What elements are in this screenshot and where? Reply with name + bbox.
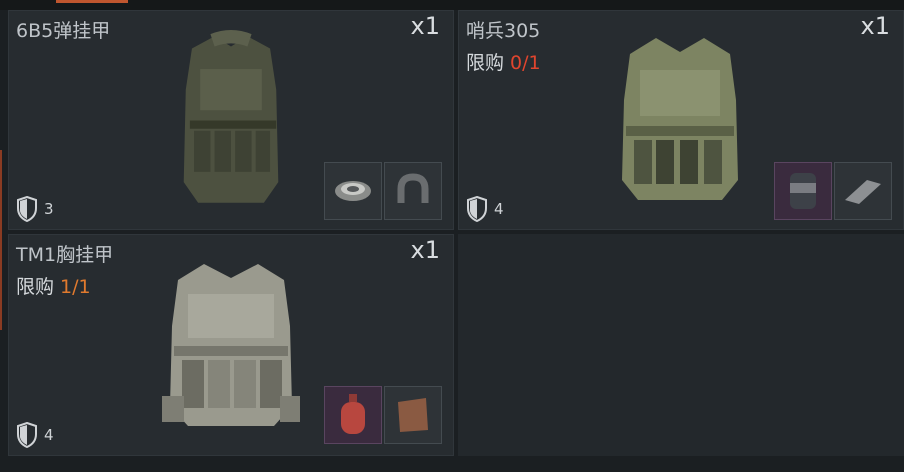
item-card-tm1[interactable]: TM1胸挂甲 x1 限购 1/1 4: [8, 234, 454, 456]
shield-icon: [17, 196, 37, 222]
material-slot[interactable]: [834, 162, 892, 220]
item-card-6b5[interactable]: 6B5弹挂甲 x1 3: [8, 10, 454, 230]
item-quantity: x1: [860, 12, 890, 40]
armor-level: 4: [16, 422, 54, 448]
empty-item-slot: [458, 234, 904, 456]
tab-accent: [56, 0, 128, 3]
vest-icon: [622, 38, 738, 200]
material-slot[interactable]: [384, 162, 442, 220]
plate-icon: [845, 180, 881, 204]
item-name: 6B5弹挂甲: [16, 20, 111, 42]
purchase-limit-value: 1/1: [60, 276, 91, 298]
material-slot[interactable]: [324, 386, 382, 444]
folder-icon: [398, 398, 428, 432]
vest-icon: [183, 30, 279, 203]
top-bar: [0, 0, 904, 10]
purchase-limit-value: 0/1: [510, 52, 541, 74]
purchase-limit: 限购 1/1: [16, 272, 91, 299]
purchase-limit-label: 限购: [16, 276, 55, 298]
horseshoe-magnet-icon: [397, 173, 429, 203]
armor-level-value: 4: [44, 426, 54, 444]
shield-icon: [467, 196, 487, 222]
item-quantity: x1: [410, 236, 440, 264]
item-quantity: x1: [410, 12, 440, 40]
item-name: 哨兵305: [466, 20, 541, 42]
armor-level: 3: [16, 196, 54, 222]
canister-icon: [790, 173, 816, 209]
armor-level-value: 3: [44, 200, 54, 218]
left-accent-bar: [0, 150, 2, 330]
purchase-limit-label: 限购: [466, 52, 505, 74]
armor-level-value: 4: [494, 200, 504, 218]
material-slot[interactable]: [324, 162, 382, 220]
item-name: TM1胸挂甲: [16, 244, 114, 266]
item-card-sentinel-305[interactable]: 哨兵305 x1 限购 0/1 4: [458, 10, 904, 230]
shield-icon: [17, 422, 37, 448]
vest-icon: [162, 264, 300, 426]
material-slot[interactable]: [774, 162, 832, 220]
gas-cylinder-icon: [341, 394, 365, 434]
purchase-limit: 限购 0/1: [466, 48, 541, 75]
grenade-ring-icon: [335, 181, 371, 201]
armor-level: 4: [466, 196, 504, 222]
material-slot[interactable]: [384, 386, 442, 444]
